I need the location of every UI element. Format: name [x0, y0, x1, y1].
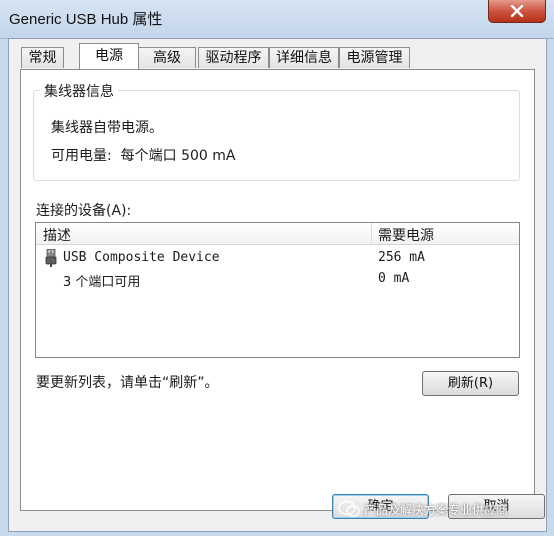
connected-devices-label: 连接的设备(A):: [36, 203, 132, 219]
wechat-icon: [338, 500, 360, 517]
tab-panel-power: 集线器信息 集线器自带电源。 可用电量: 每个端口 500 mA 连接的设备(A…: [20, 69, 535, 511]
column-divider[interactable]: [371, 223, 372, 245]
column-header-description[interactable]: 描述: [43, 225, 71, 245]
device-power: 0 mA: [378, 271, 410, 286]
hub-info-title: 集线器信息: [40, 81, 118, 101]
tab-driver[interactable]: 驱动程序: [198, 47, 269, 68]
available-power: 可用电量: 每个端口 500 mA: [51, 148, 236, 164]
title-bar: Generic USB Hub 属性: [0, 0, 554, 39]
connected-devices-list[interactable]: 描述 需要电源 USB Composite Device 256 mA 3 个端…: [35, 222, 520, 358]
tab-power[interactable]: 电源: [79, 43, 139, 69]
refresh-button[interactable]: 刷新(R): [422, 371, 519, 396]
tab-power-management[interactable]: 电源管理: [339, 47, 410, 68]
watermark-text: 产品及解决方案专业供应商: [364, 502, 509, 517]
device-name: 3 个端口可用: [63, 275, 141, 290]
watermark: 产品及解决方案专业供应商: [338, 497, 554, 521]
device-name: USB Composite Device: [63, 250, 220, 265]
tab-advanced[interactable]: 高级: [138, 47, 196, 68]
hub-info-group: 集线器信息 集线器自带电源。 可用电量: 每个端口 500 mA: [33, 81, 520, 181]
device-power: 256 mA: [378, 250, 425, 265]
list-item[interactable]: 3 个端口可用 0 mA: [36, 269, 519, 290]
close-icon: [510, 5, 524, 17]
tab-general[interactable]: 常规: [21, 47, 64, 68]
refresh-hint: 要更新列表，请单击“刷新”。: [36, 375, 219, 391]
column-header-power-required[interactable]: 需要电源: [378, 225, 434, 245]
window-title: Generic USB Hub 属性: [9, 11, 163, 28]
close-button[interactable]: [488, 0, 546, 23]
usb-plug-icon: [45, 249, 57, 267]
hub-power-status: 集线器自带电源。: [51, 120, 163, 136]
list-header: 描述 需要电源: [36, 223, 519, 245]
tab-details[interactable]: 详细信息: [269, 47, 339, 68]
dialog-body: 常规 电源 高级 驱动程序 详细信息 电源管理 集线器信息 集线器自带电源。 可…: [8, 38, 547, 532]
list-item[interactable]: USB Composite Device 256 mA: [36, 248, 519, 268]
